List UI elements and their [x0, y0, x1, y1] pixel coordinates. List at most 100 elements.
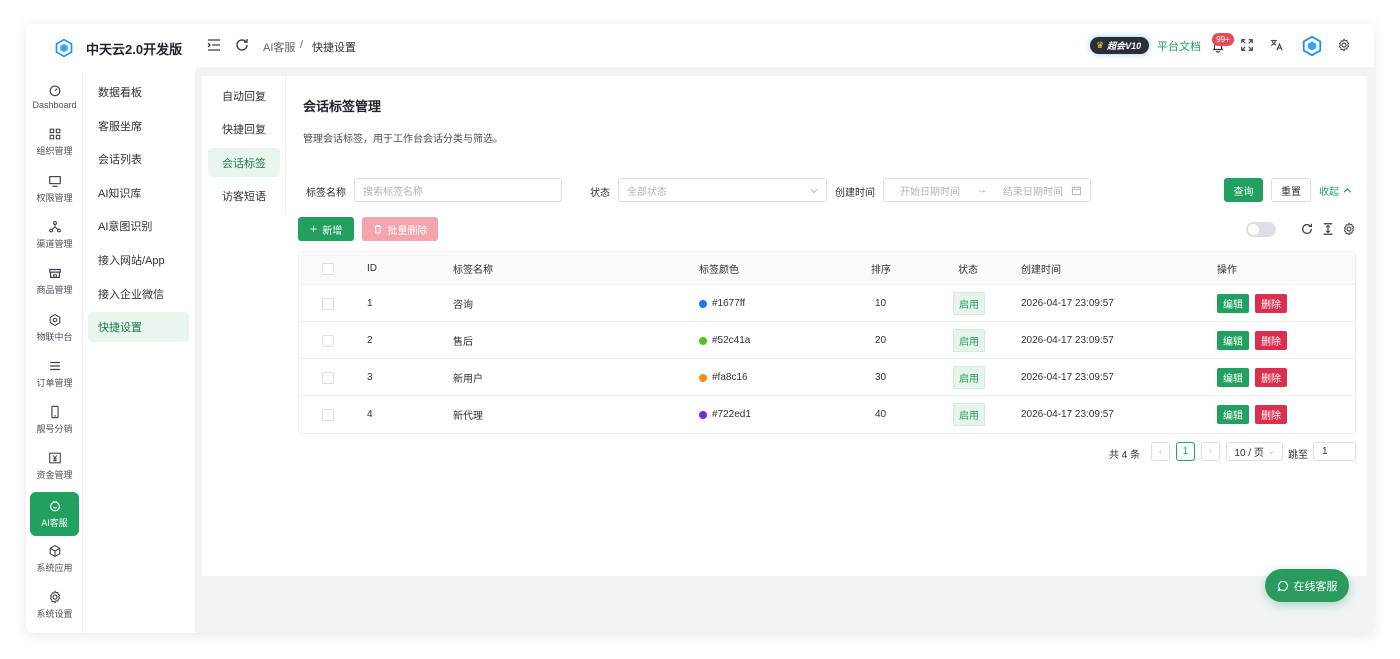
jump-page-input[interactable]: 1 — [1313, 442, 1356, 461]
rail-item-2[interactable]: 权限管理 — [30, 167, 79, 211]
row-checkbox[interactable] — [322, 359, 334, 396]
row-checkbox[interactable] — [322, 285, 334, 322]
submenu-item-2[interactable]: 会话列表 — [88, 144, 189, 174]
collapse-filter-link[interactable]: 收起 — [1319, 183, 1352, 198]
cell-tag-name: 新用户 — [453, 374, 483, 385]
rail-item-4[interactable]: 商品管理 — [30, 259, 79, 303]
submenu-item-7[interactable]: 快捷设置 — [88, 312, 189, 343]
next-page-button[interactable]: › — [1201, 442, 1220, 461]
vip-badge-text: 超会V10 — [1107, 41, 1142, 51]
cell-created-time: 2026-04-17 23:09:57 — [1021, 298, 1114, 309]
rail-item-8[interactable]: 资金管理 — [30, 444, 79, 488]
status-label: 状态 — [590, 188, 610, 199]
delete-button[interactable]: 删除 — [1255, 405, 1287, 424]
chat-bubble-icon — [1276, 580, 1288, 592]
store-icon — [48, 269, 61, 279]
online-service-button[interactable]: 在线客服 — [1265, 569, 1349, 602]
col-actions: 操作 — [1217, 265, 1237, 276]
checkbox-box — [322, 371, 334, 384]
rail-item-1[interactable]: 组织管理 — [30, 120, 79, 164]
translate-icon[interactable] — [1269, 38, 1283, 52]
platform-docs-link[interactable]: 平台文档 — [1157, 38, 1201, 54]
delete-button[interactable]: 删除 — [1255, 368, 1287, 387]
cell-tag-color: #1677ff — [699, 285, 745, 322]
cell-created-time: 2026-04-17 23:09:57 — [1021, 409, 1114, 420]
logo-hexagon-icon — [55, 38, 73, 58]
color-dot — [699, 410, 707, 419]
page-1-button[interactable]: 1 — [1176, 442, 1195, 461]
rail-item-9[interactable]: AI客服 — [30, 491, 79, 536]
edit-button[interactable]: 编辑 — [1217, 331, 1249, 350]
rail-item-6[interactable]: 订单管理 — [30, 352, 79, 396]
pagination-total: 共 4 条 — [1109, 450, 1141, 461]
inner-tab-3[interactable]: 访客短语 — [208, 182, 280, 211]
submenu-item-0[interactable]: 数据看板 — [88, 77, 189, 107]
rail-item-5[interactable]: 物联中台 — [30, 306, 79, 350]
table-refresh-icon[interactable] — [1300, 222, 1314, 236]
rail-item-10[interactable]: 系统应用 — [30, 537, 79, 581]
submenu-item-3[interactable]: AI知识库 — [88, 178, 189, 208]
inner-tab-1[interactable]: 快捷回复 — [208, 115, 280, 144]
rail-item-11[interactable]: 系统设置 — [30, 583, 79, 627]
select-all-checkbox[interactable] — [322, 252, 334, 285]
inner-tab-0[interactable]: 自动回复 — [208, 81, 280, 110]
toggle-switch[interactable] — [1246, 222, 1276, 237]
share-icon — [48, 221, 61, 233]
box-icon — [49, 544, 60, 558]
rail-item-7[interactable]: 靓号分销 — [30, 398, 79, 442]
table-row: 2 售后 #52c41a 20 启用 2026-04-17 23:09:57 编辑 删除 — [299, 322, 1355, 359]
rail-item-label: 订单管理 — [36, 377, 73, 388]
edit-button[interactable]: 编辑 — [1217, 294, 1249, 313]
delete-button[interactable]: 删除 — [1255, 331, 1287, 350]
page-size-select[interactable]: 10 / 页 ⌄ — [1226, 442, 1283, 461]
submenu-item-4[interactable]: AI意图识别 — [88, 211, 189, 241]
col-sort: 排序 — [871, 265, 891, 276]
breadcrumb-parent[interactable]: AI客服 — [263, 39, 295, 55]
color-hex: #722ed1 — [712, 409, 751, 420]
table-row: 4 新代理 #722ed1 40 启用 2026-04-17 23:09:57 编辑 删除 — [299, 396, 1355, 433]
tag-name-search-input[interactable]: 搜索标签名称 — [354, 178, 562, 202]
cell-created-time: 2026-04-17 23:09:57 — [1021, 335, 1114, 346]
status-select[interactable]: 全部状态 — [618, 178, 827, 202]
settings-gear-icon[interactable] — [1337, 38, 1351, 52]
refresh-icon[interactable] — [234, 37, 250, 53]
user-avatar-icon[interactable] — [1301, 35, 1323, 57]
notification-count-badge: 99+ — [1212, 33, 1234, 46]
checkbox-box — [322, 334, 334, 347]
date-range-picker[interactable]: 开始日期时间 → 结束日期时间 — [883, 178, 1091, 202]
rail-item-3[interactable]: 渠道管理 — [30, 213, 79, 257]
cell-status: 启用 — [953, 322, 985, 359]
breadcrumb-separator: / — [300, 39, 304, 51]
rail-item-label: Dashboard — [32, 99, 77, 110]
col-created-time: 创建时间 — [1021, 265, 1061, 276]
rail-item-label: 物联中台 — [36, 331, 73, 342]
row-checkbox[interactable] — [322, 396, 334, 433]
submenu-item-5[interactable]: 接入网站/App — [88, 245, 189, 275]
page-description: 管理会话标签，用于工作台会话分类与筛选。 — [303, 134, 503, 145]
menu-fold-icon[interactable] — [206, 37, 222, 53]
main-nav-rail: Dashboard 组织管理 权限管理 渠道管理 商品管理物联中台订单管理靓号分销 资金管… — [26, 24, 83, 633]
row-checkbox[interactable] — [322, 322, 334, 359]
edit-button[interactable]: 编辑 — [1217, 405, 1249, 424]
prev-page-button[interactable]: ‹ — [1151, 442, 1170, 461]
rail-item-0[interactable]: Dashboard — [30, 74, 79, 118]
add-button[interactable]: + 新增 — [298, 217, 354, 241]
column-height-icon[interactable] — [1321, 222, 1335, 236]
inner-tab-2[interactable]: 会话标签 — [208, 148, 280, 177]
cell-id: 3 — [367, 372, 373, 383]
table-settings-icon[interactable] — [1342, 222, 1356, 236]
cell-id: 4 — [367, 409, 373, 420]
cell-id: 2 — [367, 335, 373, 346]
cell-tag-name: 售后 — [453, 337, 473, 348]
fullscreen-icon[interactable] — [1240, 38, 1254, 52]
submenu-item-6[interactable]: 接入企业微信 — [88, 279, 189, 309]
cell-tag-name: 新代理 — [453, 411, 483, 422]
list-icon — [49, 361, 60, 370]
submenu-item-1[interactable]: 客服坐席 — [88, 111, 189, 141]
reset-button[interactable]: 重置 — [1271, 178, 1311, 202]
edit-button[interactable]: 编辑 — [1217, 368, 1249, 387]
batch-delete-button[interactable]: 批量删除 — [362, 217, 438, 241]
gear-icon — [49, 590, 60, 604]
query-button[interactable]: 查询 — [1224, 178, 1263, 202]
delete-button[interactable]: 删除 — [1255, 294, 1287, 313]
